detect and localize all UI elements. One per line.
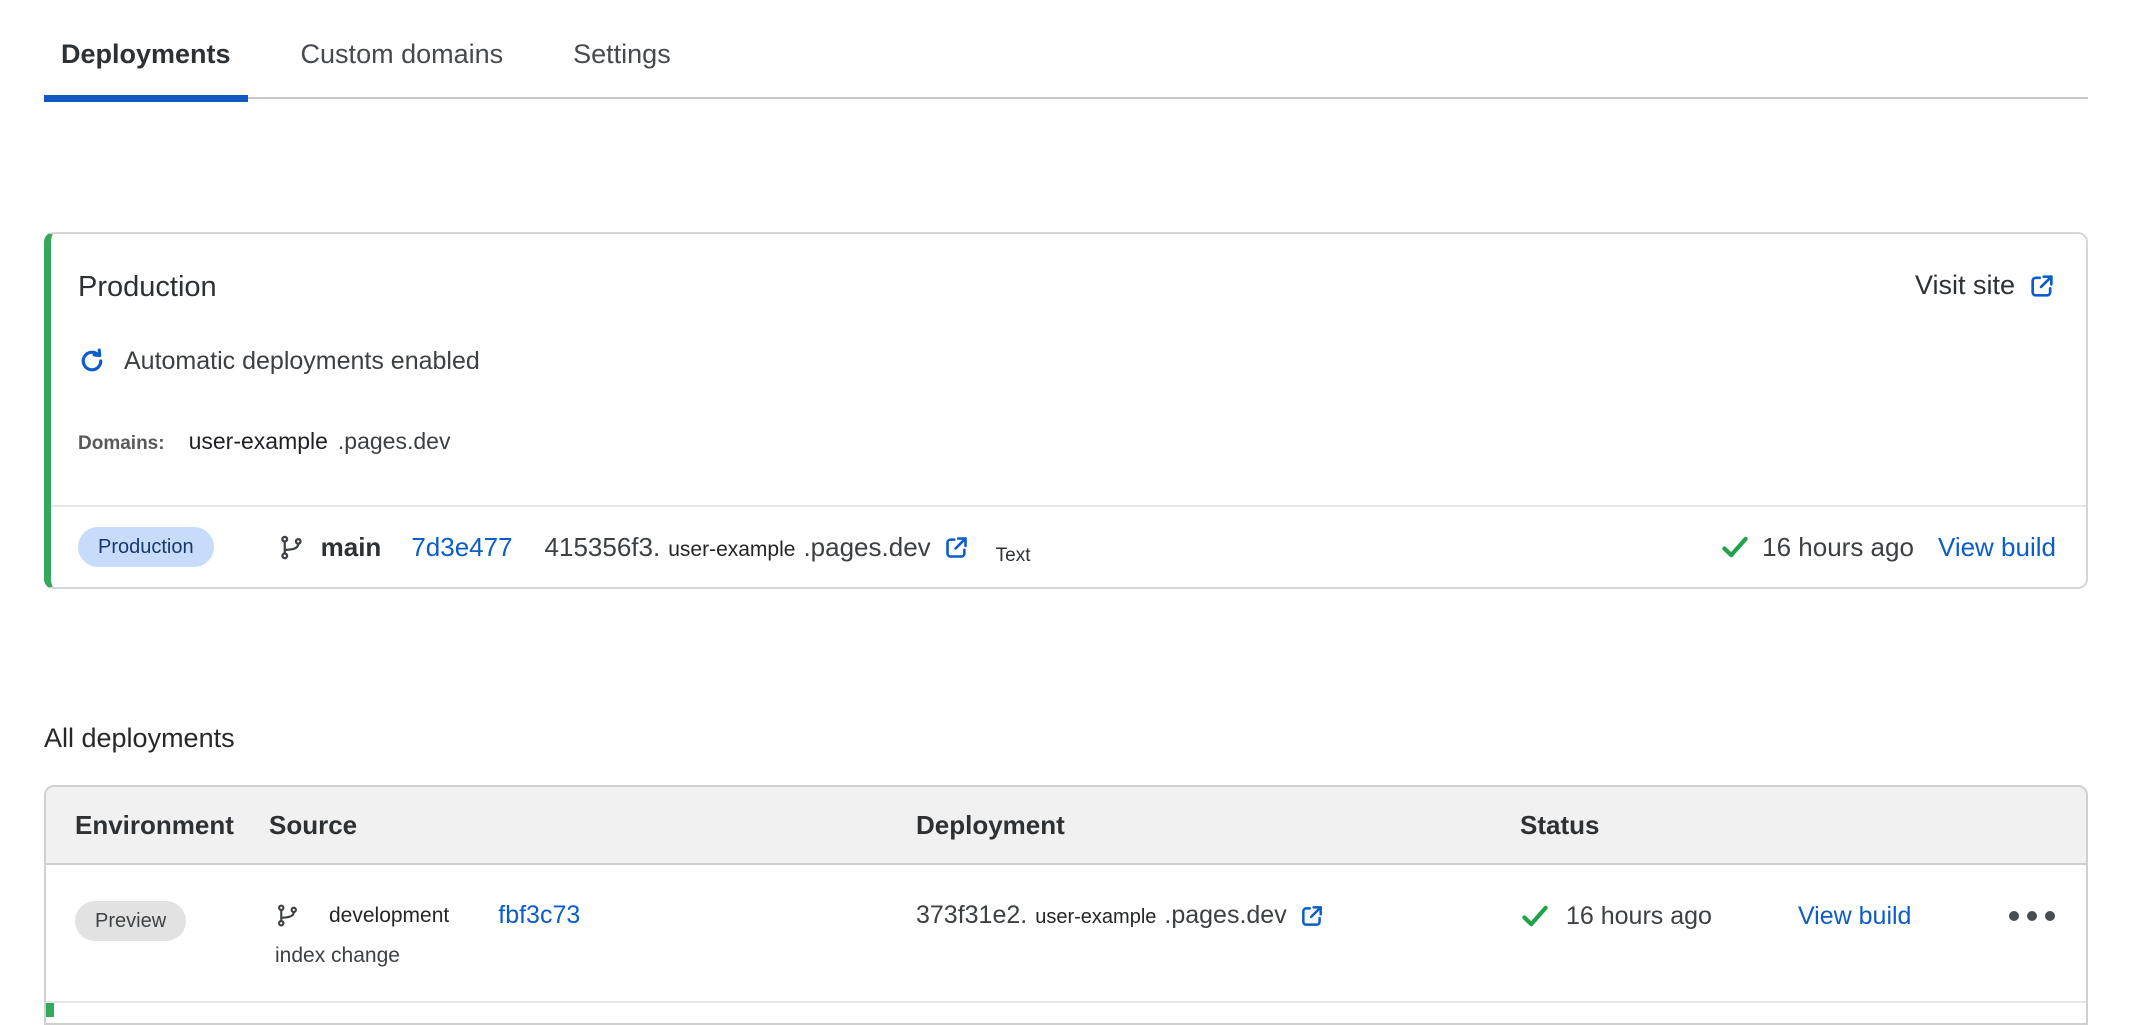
check-icon (1520, 901, 1550, 931)
external-link-icon (2028, 272, 2056, 300)
all-deployments-title: All deployments (44, 723, 2088, 753)
table-row: Preview development fbf3c73 (46, 865, 2086, 1003)
deploy-time: 16 hours ago (1566, 902, 1712, 931)
domains-label: Domains: (78, 431, 165, 457)
deployment-url-hash: 373f31e2. (916, 901, 1027, 930)
tab-custom-domains[interactable]: Custom domains (284, 38, 521, 97)
production-status-group: 16 hours ago View build (1720, 532, 2056, 563)
table-header-row: Environment Source Deployment Status (46, 787, 2086, 865)
view-build-link[interactable]: View build (1798, 902, 1912, 931)
environment-badge-preview: Preview (75, 901, 186, 941)
domain-name: user-example (189, 428, 328, 454)
refresh-icon (78, 347, 106, 375)
visit-site-label: Visit site (1915, 270, 2015, 301)
production-title: Production (78, 270, 217, 304)
domains-row: Domains: user-example .pages.dev (78, 428, 2086, 457)
row-menu-button[interactable] (2007, 905, 2057, 927)
column-header-environment: Environment (46, 810, 269, 841)
source-cell: development fbf3c73 index change (269, 901, 916, 968)
all-deployments-table: Environment Source Deployment Status Pre… (44, 785, 2088, 1025)
deployment-url-hash: 415356f3. (545, 532, 661, 563)
column-header-source: Source (269, 810, 916, 841)
deployment-url-suffix: .pages.dev (1164, 901, 1286, 930)
tab-deployments[interactable]: Deployments (44, 38, 248, 97)
column-header-status: Status (1520, 810, 2086, 841)
auto-deployments-text: Automatic deployments enabled (124, 346, 480, 376)
commit-link[interactable]: fbf3c73 (498, 901, 580, 930)
external-link-icon (943, 534, 970, 561)
deployment-url-link[interactable]: 415356f3. user-example .pages.dev (545, 532, 970, 563)
git-branch-icon (278, 534, 305, 561)
deployment-url-suffix: .pages.dev (803, 532, 930, 563)
auto-deployments-row: Automatic deployments enabled (78, 346, 2086, 376)
deploy-time: 16 hours ago (1762, 532, 1914, 563)
branch-name: main (321, 532, 382, 563)
environment-cell: Preview (46, 901, 269, 941)
view-build-link[interactable]: View build (1938, 532, 2056, 563)
external-link-icon (1299, 903, 1325, 929)
production-deployment-row: Production main 7d3e477 415356f3. user-e… (51, 507, 2086, 587)
tab-settings[interactable]: Settings (556, 38, 688, 97)
deployment-url-name: user-example (668, 538, 795, 562)
next-row-accent-bar (46, 1003, 54, 1017)
status-cell: 16 hours ago View build (1520, 901, 2086, 931)
check-icon (1720, 532, 1750, 562)
column-header-deployment: Deployment (916, 810, 1520, 841)
environment-badge-production: Production (78, 527, 214, 567)
production-card: Production Visit site Automa (44, 232, 2088, 589)
note-text: Text (996, 545, 1031, 567)
production-card-header: Production Visit site (51, 234, 2086, 304)
deployment-url-link[interactable]: 373f31e2. user-example .pages.dev (916, 901, 1520, 930)
branch-name: development (329, 904, 449, 928)
git-branch-icon (275, 903, 300, 928)
deployment-url-name: user-example (1035, 906, 1156, 929)
visit-site-link[interactable]: Visit site (1915, 270, 2056, 301)
tabs-bar: Deployments Custom domains Settings (44, 0, 2088, 99)
deployments-page: Deployments Custom domains Settings Prod… (0, 0, 2132, 1012)
commit-link[interactable]: 7d3e477 (411, 532, 512, 563)
commit-message: index change (275, 944, 916, 968)
deployment-cell: 373f31e2. user-example .pages.dev (916, 901, 1520, 930)
domain-suffix: .pages.dev (338, 428, 451, 454)
